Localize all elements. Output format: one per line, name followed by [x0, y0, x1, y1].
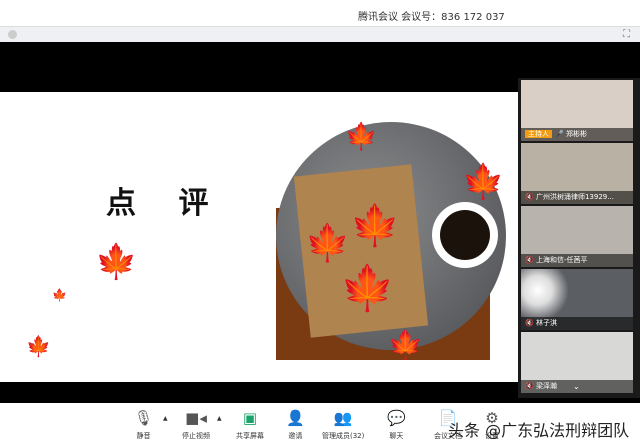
maple-leaf-icon: 🍁 — [345, 122, 378, 152]
chat-button[interactable]: 💬 聊天 — [387, 409, 406, 441]
slide-title: 点 评 — [106, 186, 225, 221]
toolbar: 🎙 静音 ▲ ■◂ 停止视频 ▲ ▣ 共享屏幕 👤 邀请 👥 管理成员(32) 💬 聊天 📄… — [0, 403, 640, 447]
audio-options-caret[interactable]: ▲ — [163, 415, 168, 422]
video-tile[interactable]: 🔇 梁泽瀚 ⌄ — [521, 332, 633, 393]
mute-button[interactable]: 🎙 静音 — [134, 409, 153, 441]
participant-label: 🔇 广州洪树涌律师13929... — [521, 191, 633, 204]
members-icon: 👥 — [333, 409, 353, 427]
video-tile[interactable]: 🔇 广州洪树涌律师13929... — [521, 143, 633, 204]
video-tile[interactable]: 主持人 🎤 郑彬彬 — [521, 80, 633, 141]
coffee-cup-image — [432, 202, 498, 268]
maple-leaf-icon: 🍁 — [52, 288, 67, 302]
share-screen-button[interactable]: ▣ 共享屏幕 — [236, 409, 264, 441]
chat-icon: 💬 — [387, 409, 406, 427]
video-camera-icon: ■◂ — [185, 409, 207, 427]
chevron-down-icon[interactable]: ⌄ — [573, 382, 580, 391]
microphone-icon: 🎙 — [134, 409, 154, 427]
participant-name: 广州洪树涌律师13929... — [535, 193, 614, 201]
maple-leaf-icon: 🍁 — [388, 328, 423, 361]
participant-name: 上海和信-任茜平 — [535, 256, 588, 264]
sub-bar: ⛶ — [0, 26, 640, 42]
info-icon[interactable] — [8, 30, 17, 39]
participant-panel[interactable]: 主持人 🎤 郑彬彬 🔇 广州洪树涌律师13929... 🔇 上海和信-任茜平 🔇 … — [518, 78, 640, 398]
host-badge: 主持人 — [525, 130, 552, 138]
maple-leaf-icon: 🍁 — [305, 223, 350, 264]
share-screen-icon: ▣ — [242, 409, 258, 427]
invite-icon: 👤 — [286, 409, 305, 427]
fullscreen-icon[interactable]: ⛶ — [623, 29, 630, 40]
maple-leaf-icon: 🍁 — [462, 162, 505, 202]
participant-label: 🔇 林子淇 — [521, 317, 633, 330]
video-options-caret[interactable]: ▲ — [217, 415, 222, 422]
title-bar: 腾讯会议 会议号：836 172 037 — [0, 0, 640, 26]
watermark: 头条 @广东弘法刑辩团队 — [448, 421, 630, 440]
maple-leaf-icon: 🍁 — [26, 334, 51, 358]
maple-leaf-icon: 🍁 — [340, 263, 395, 314]
invite-button[interactable]: 👤 邀请 — [286, 409, 305, 441]
participant-name: 梁泽瀚 — [535, 382, 557, 390]
participant-label: 🔇 上海和信-任茜平 — [521, 254, 633, 267]
participant-name: 郑彬彬 — [565, 130, 587, 138]
video-tile[interactable]: 🔇 上海和信-任茜平 — [521, 206, 633, 267]
participant-name: 林子淇 — [535, 319, 557, 327]
window-title: 腾讯会议 会议号：836 172 037 — [358, 12, 505, 23]
shared-screen: 点 评 🍁 🍁 🍁 🍁 🍁 🍁 🍁 🍁 🍁 — [0, 42, 518, 403]
manage-members-button[interactable]: 👥 管理成员(32) — [322, 409, 364, 441]
slide: 点 评 🍁 🍁 🍁 🍁 🍁 🍁 🍁 🍁 🍁 — [0, 92, 518, 382]
maple-leaf-icon: 🍁 — [350, 203, 400, 249]
participant-label: 主持人 🎤 郑彬彬 — [521, 128, 633, 141]
video-tile[interactable]: 🔇 林子淇 — [521, 269, 633, 330]
maple-leaf-icon: 🍁 — [95, 242, 138, 282]
stop-video-button[interactable]: ■◂ 停止视频 — [182, 409, 210, 441]
